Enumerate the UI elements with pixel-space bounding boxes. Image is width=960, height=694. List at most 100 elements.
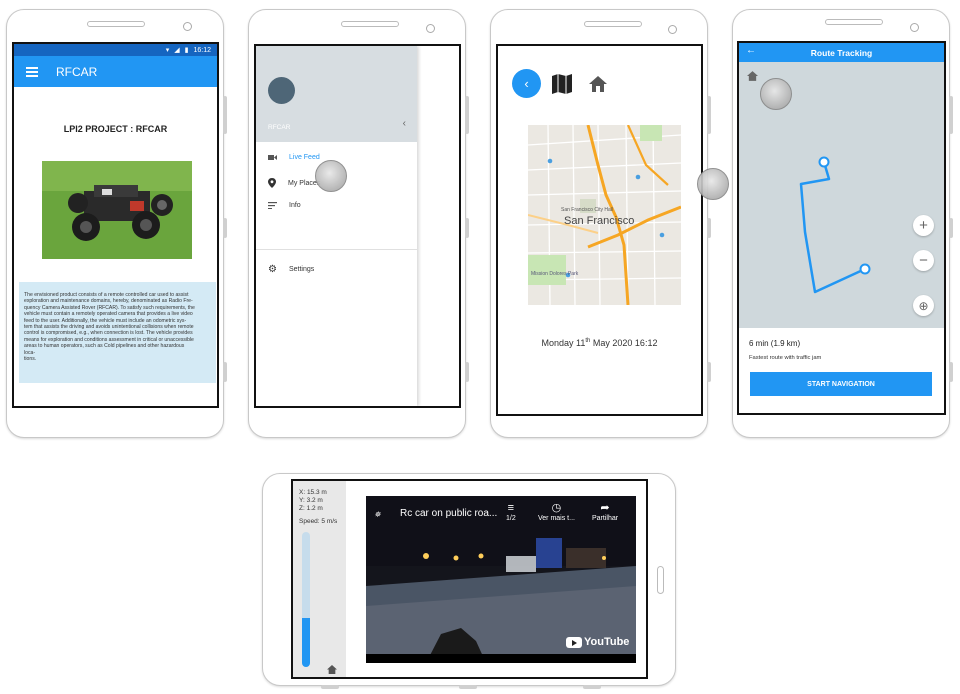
phone-3: ‹ San Francisco City Hall San Francisco … [490,9,729,438]
phone-1: ▾ ◢ ▮ 16:12 RFCAR LPI2 PROJECT : RFCAR T… [6,9,227,438]
clock-icon: ◷ [551,502,562,514]
side-button [223,96,227,134]
touch-indicator [315,160,347,192]
map-label-park: Mission Dolores Park [531,271,579,277]
list-icon [268,202,277,209]
route-note: Fastest route with traffic jam [749,355,822,361]
route-map[interactable]: + − ⊕ [739,62,944,328]
side-button [949,96,953,134]
signal-icon: ◢ [174,47,180,54]
video-player[interactable]: ✵ Rc car on public roa... ≡ 1/2 ◷ Ver ma… [366,496,636,663]
videocam-icon [268,155,277,160]
gear-icon: ⚙ [268,264,277,275]
front-camera [668,25,677,34]
home-icon[interactable] [589,76,607,97]
speaker [87,21,145,27]
phone-1-screen: ▾ ◢ ▮ 16:12 RFCAR LPI2 PROJECT : RFCAR T… [12,42,219,408]
coord-y: Y: 3.2 m [299,497,323,504]
chevron-left-icon: ‹ [524,76,529,91]
app-bar: RFCAR [14,56,217,87]
side-button [459,685,477,689]
side-button [223,362,227,382]
wifi-icon: ▾ [165,47,170,54]
youtube-logo[interactable]: YouTube [566,636,629,648]
touch-indicator [697,168,729,200]
queue-button[interactable]: ≡ 1/2 [506,502,516,522]
navigation-drawer: RFCAR ‹ Live Feed My Places Info ⚙ Setti… [256,46,417,406]
plus-icon: + [919,217,928,234]
zoom-out-button[interactable]: − [913,250,934,271]
coord-z: Z: 1.2 m [299,505,323,512]
share-button[interactable]: ➦ Partilhar [592,502,618,522]
front-camera [910,23,919,32]
speed-label: Speed: 5 m/s [299,518,338,525]
side-button [465,218,469,238]
watch-later-button[interactable]: ◷ Ver mais t... [538,502,575,522]
side-button [465,96,469,134]
map-icon[interactable] [551,73,573,100]
speaker [341,21,399,27]
rc-car-photo [42,161,192,259]
menu-icon[interactable] [26,66,38,77]
map-label-city: San Francisco [564,215,635,227]
arrow-left-icon[interactable]: ← [746,45,756,56]
phone-4-screen: ← Route Tracking + − ⊕ 6 min (1.9 km) Fa… [737,41,946,415]
drawer-item-settings[interactable]: ⚙ Settings [268,264,314,275]
page-title: Route Tracking [810,47,873,58]
start-navigation-button[interactable]: START NAVIGATION [750,372,932,396]
side-button [465,362,469,382]
phone-4: ← Route Tracking + − ⊕ 6 min (1.9 km) Fa… [732,9,953,438]
date-time-label: Monday 11th May 2020 16:12 [541,338,658,348]
chevron-left-icon[interactable]: ‹ [403,118,406,129]
coord-x: X: 15.3 m [299,489,327,496]
app-bar: ← Route Tracking [739,43,944,62]
project-title: LPI2 PROJECT : RFCAR [63,124,168,134]
locate-icon: ⊕ [918,298,929,313]
drawer-name: RFCAR [268,124,291,131]
drawer-item-my-places[interactable]: My Places [268,178,320,188]
side-button [223,218,227,238]
phone-2: RFCAR ‹ Live Feed My Places Info ⚙ Setti… [248,9,469,438]
place-icon [268,178,276,188]
project-description: The envisioned product consists of a rem… [19,282,216,383]
speaker [825,19,883,25]
speed-gauge-fill [302,618,310,667]
drawer-header: RFCAR ‹ [256,46,417,142]
zoom-in-button[interactable]: + [913,215,934,236]
landscape-screen: X: 15.3 m Y: 3.2 m Z: 1.2 m Speed: 5 m/s [291,479,648,679]
divider [256,249,417,250]
telemetry-panel: X: 15.3 m Y: 3.2 m Z: 1.2 m Speed: 5 m/s [293,481,346,677]
route-start-marker [818,156,830,168]
video-title[interactable]: Rc car on public roa... [400,508,497,519]
side-button [707,96,711,134]
speed-gauge [302,532,310,667]
route-end-marker [859,263,871,275]
battery-icon: ▮ [184,47,189,54]
map-label-city-hall: San Francisco City Hall [561,207,613,213]
app-title: RFCAR [56,64,98,79]
front-camera [183,22,192,31]
drawer-item-live-feed[interactable]: Live Feed [268,154,320,161]
minus-icon: − [919,252,928,269]
touch-indicator [760,78,792,110]
route-duration: 6 min (1.9 km) [749,339,801,348]
map-view[interactable]: San Francisco City Hall San Francisco Mi… [528,125,681,305]
back-button[interactable]: ‹ [512,69,541,98]
speaker [584,21,642,27]
side-button [949,362,953,382]
home-icon[interactable] [327,665,337,674]
phone-3-screen: ‹ San Francisco City Hall San Francisco … [496,44,703,416]
channel-logo-icon: ✵ [374,510,381,519]
side-button [583,685,601,689]
my-location-button[interactable]: ⊕ [913,295,934,316]
queue-icon: ≡ [507,502,515,514]
avatar [268,77,295,104]
speaker [657,566,664,594]
phone-2-screen: RFCAR ‹ Live Feed My Places Info ⚙ Setti… [254,44,461,408]
side-button [949,218,953,238]
side-button [321,685,339,689]
drawer-item-info[interactable]: Info [268,202,301,209]
side-button [707,218,711,238]
front-camera [426,24,435,33]
phone-landscape: X: 15.3 m Y: 3.2 m Z: 1.2 m Speed: 5 m/s [262,473,676,689]
